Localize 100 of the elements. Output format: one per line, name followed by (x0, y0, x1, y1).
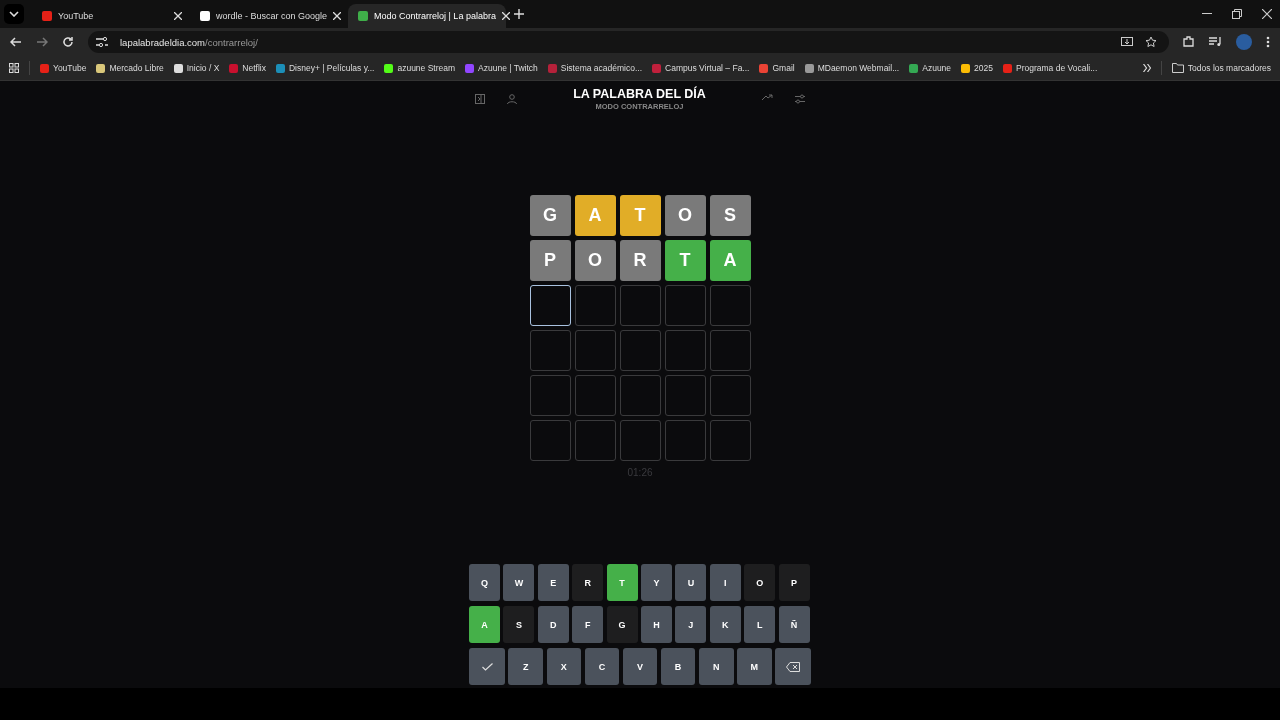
letter-tile: O (664, 195, 706, 236)
bookmark[interactable]: Azuune (909, 63, 952, 73)
close-icon[interactable] (501, 12, 510, 20)
more-bookmarks-icon[interactable] (1142, 64, 1151, 72)
bookmark[interactable]: Disney+ | Películas y... (276, 63, 375, 73)
favicon-icon (42, 11, 52, 21)
favicon-icon (384, 63, 394, 73)
keyboard-key[interactable]: O (744, 564, 776, 601)
enter-key[interactable] (469, 648, 506, 685)
keyboard-key[interactable]: S (503, 606, 535, 643)
star-icon[interactable] (1145, 36, 1157, 48)
keyboard-key[interactable]: Y (641, 564, 672, 601)
tab-search-button[interactable] (4, 4, 24, 24)
forward-icon[interactable] (36, 36, 48, 48)
keyboard-key[interactable]: R (572, 564, 604, 601)
bookmark[interactable]: YouTube (40, 63, 87, 73)
sidebar-icon[interactable] (475, 94, 485, 104)
letter-tile: O (574, 240, 616, 281)
install-icon[interactable] (1121, 36, 1133, 48)
extensions-icon[interactable] (1183, 36, 1195, 48)
bookmark[interactable]: 2025 (961, 63, 993, 73)
letter-tile: T (664, 240, 706, 281)
favicon-icon (547, 63, 557, 73)
favicon-icon (229, 63, 239, 73)
favicon-icon (961, 63, 971, 73)
browser-tab[interactable]: wordle - Buscar con Google (190, 4, 348, 28)
favicon-icon (40, 63, 49, 73)
bookmark[interactable]: Campus Virtual – Fa... (652, 63, 750, 73)
keyboard-key[interactable]: G (606, 606, 638, 643)
keyboard-key[interactable]: Z (508, 648, 544, 685)
keyboard-key[interactable]: K (709, 606, 741, 643)
bookmark[interactable]: Programa de Vocali... (1003, 63, 1098, 73)
new-tab-icon[interactable] (514, 9, 524, 19)
bookmark[interactable]: Azuune | Twitch (465, 63, 538, 73)
keyboard-key[interactable]: I (709, 564, 741, 601)
folder-icon (1171, 63, 1184, 73)
check-icon (481, 662, 493, 671)
keyboard-key[interactable]: E (537, 564, 569, 601)
favicon-icon (200, 11, 210, 21)
letter-tile: A (574, 195, 616, 236)
keyboard-key[interactable]: L (744, 606, 776, 643)
bookmark[interactable]: Mercado Libre (96, 63, 164, 73)
letter-tile: R (619, 240, 661, 281)
keyboard-key[interactable]: F (572, 606, 604, 643)
minimize-icon[interactable] (1202, 13, 1212, 15)
trend-icon[interactable] (762, 94, 773, 101)
all-bookmarks-button[interactable]: Todos los marcadores (1171, 63, 1271, 73)
backspace-key[interactable] (774, 648, 811, 685)
keyboard-key[interactable]: C (584, 648, 620, 685)
keyboard-key[interactable]: W (503, 564, 535, 601)
bookmark[interactable]: Gmail (759, 63, 795, 73)
user-icon[interactable] (507, 94, 517, 104)
chevron-icon (9, 11, 19, 17)
back-icon[interactable] (10, 36, 22, 48)
keyboard-key[interactable]: X (546, 648, 582, 685)
keyboard-key[interactable]: J (675, 606, 707, 643)
address-field[interactable]: lapalabradeldia.com/contrarreloj/ (88, 31, 1169, 53)
keyboard-key[interactable]: M (736, 648, 772, 685)
keyboard-key[interactable]: Q (469, 564, 501, 601)
bookmark[interactable]: Netflix (229, 63, 266, 73)
close-icon[interactable] (1262, 9, 1272, 19)
reload-icon[interactable] (62, 36, 74, 48)
letter-tile: T (619, 195, 661, 236)
site-info-icon[interactable] (96, 37, 108, 47)
favicon-icon (96, 63, 106, 73)
favicon-icon (1003, 63, 1012, 73)
apps-icon[interactable] (9, 63, 19, 73)
close-icon[interactable] (333, 12, 342, 20)
keyboard-key[interactable]: B (660, 648, 696, 685)
favicon-icon (909, 63, 919, 73)
backspace-icon (785, 661, 800, 672)
keyboard-key[interactable]: Ñ (778, 606, 810, 643)
keyboard-key[interactable]: P (778, 564, 810, 601)
letter-tile: S (709, 195, 751, 236)
favicon-icon (173, 63, 183, 73)
letter-tile: A (709, 240, 751, 281)
favicon-icon (652, 63, 662, 73)
keyboard-key[interactable]: V (622, 648, 658, 685)
letter-tile: G (529, 195, 571, 236)
browser-tab[interactable]: YouTube (32, 4, 190, 28)
media-icon[interactable] (1209, 37, 1222, 47)
bookmark[interactable]: Inicio / X (173, 63, 220, 73)
bookmark[interactable]: MDaemon Webmail... (804, 63, 900, 73)
keyboard-key[interactable]: U (675, 564, 707, 601)
favicon-icon (276, 63, 285, 73)
close-icon[interactable] (174, 12, 182, 20)
bookmark[interactable]: Sistema académico... (547, 63, 643, 73)
favicon-icon (804, 63, 814, 73)
settings-icon[interactable] (795, 94, 805, 104)
favicon-icon (465, 63, 475, 73)
keyboard-key[interactable]: D (537, 606, 569, 643)
favicon-icon (759, 63, 769, 73)
keyboard-key[interactable]: N (698, 648, 734, 685)
restore-icon[interactable] (1232, 9, 1242, 19)
bookmark[interactable]: azuune Stream (384, 63, 456, 73)
menu-icon[interactable] (1266, 36, 1270, 48)
game-title: LA PALABRA DEL DÍA (573, 87, 706, 101)
favicon-icon (358, 11, 368, 21)
letter-tile: P (529, 240, 571, 281)
keyboard-key[interactable]: H (641, 606, 672, 643)
